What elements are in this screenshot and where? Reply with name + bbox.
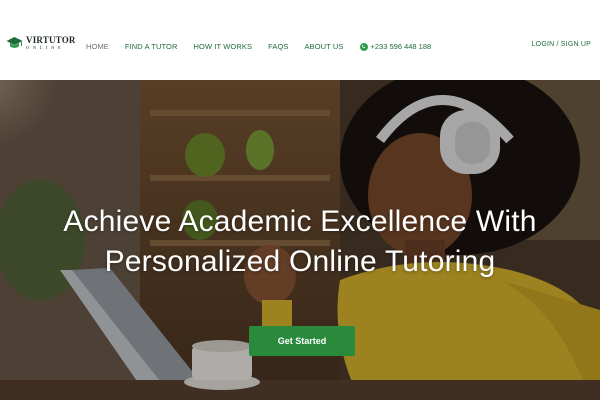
get-started-button[interactable]: Get Started xyxy=(249,326,355,356)
brand-tagline: ONLINE xyxy=(26,45,65,50)
hero-section: Achieve Academic Excellence With Persona… xyxy=(0,80,600,400)
hero-headline-line-2: Personalized Online Tutoring xyxy=(104,245,496,278)
whatsapp-icon xyxy=(359,42,368,51)
nav-item-how-it-works[interactable]: HOW IT WORKS xyxy=(194,42,253,51)
graduation-cap-icon xyxy=(6,37,23,49)
main-nav: HOME FIND A TUTOR HOW IT WORKS FAQS ABOU… xyxy=(86,42,431,51)
hero-headline-line-1: Achieve Academic Excellence With xyxy=(63,205,537,238)
phone-number: +233 596 448 188 xyxy=(370,42,432,51)
brand-name: VIRTUTOR xyxy=(26,35,76,45)
hero-headline: Achieve Academic Excellence With Persona… xyxy=(0,202,600,282)
nav-item-faqs[interactable]: FAQS xyxy=(268,42,288,51)
nav-item-find-a-tutor[interactable]: FIND A TUTOR xyxy=(125,42,178,51)
nav-item-about-us[interactable]: ABOUT US xyxy=(304,42,343,51)
brand-logo[interactable]: VIRTUTOR ONLINE xyxy=(6,36,76,51)
login-signup-link[interactable]: LOGIN / SIGN UP xyxy=(532,41,591,48)
site-header: VIRTUTOR ONLINE HOME FIND A TUTOR HOW IT… xyxy=(0,0,600,80)
nav-item-home[interactable]: HOME xyxy=(86,42,109,51)
phone-link[interactable]: +233 596 448 188 xyxy=(359,42,432,51)
